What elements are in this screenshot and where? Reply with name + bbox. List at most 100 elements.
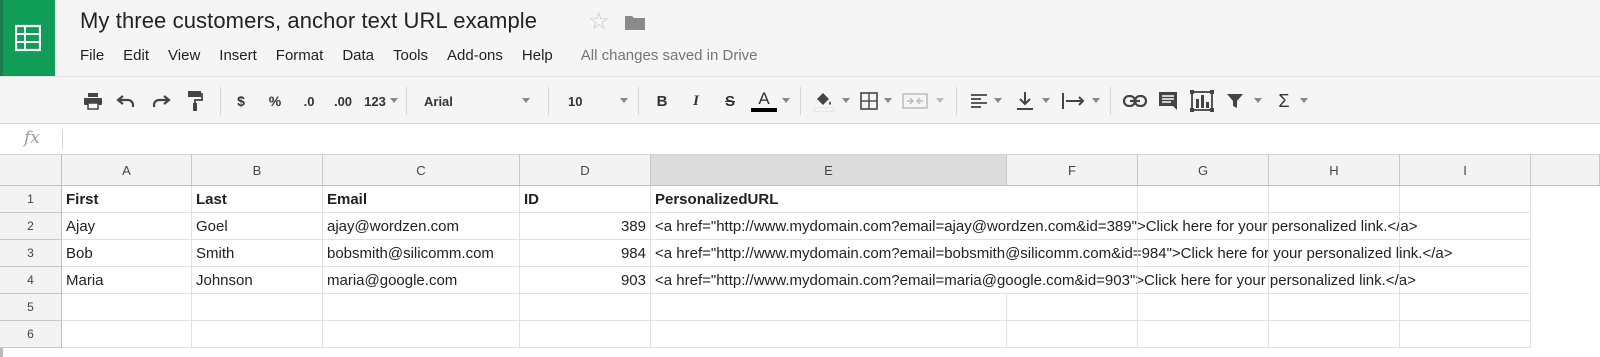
more-formats-button[interactable]: 123 [362,77,388,125]
row-header-5[interactable]: 5 [0,294,62,321]
row-header-3[interactable]: 3 [0,240,62,267]
percent-button[interactable]: % [264,77,286,125]
cell-f1[interactable] [1007,186,1138,213]
redo-icon[interactable] [150,77,172,125]
formula-input[interactable] [70,124,1590,154]
column-header-d[interactable]: D [520,155,651,186]
cell-i5[interactable] [1400,294,1531,321]
column-header-h[interactable]: H [1269,155,1400,186]
cell-d6[interactable] [520,321,651,348]
sheets-logo[interactable] [0,0,55,76]
cell-b6[interactable] [192,321,323,348]
menu-format[interactable]: Format [276,47,324,64]
cell-a4[interactable]: Maria [62,267,192,294]
increase-decimal-button[interactable]: .00 [330,77,356,125]
cell-c4[interactable]: maria@google.com [323,267,520,294]
row-header-1[interactable]: 1 [0,186,62,213]
cell-i2[interactable] [1400,213,1531,240]
cell-e4[interactable]: <a href="http://www.mydomain.com?email=m… [651,267,1416,294]
filter-icon[interactable] [1224,77,1246,125]
strikethrough-button[interactable]: S [720,77,740,125]
cell-d2[interactable]: 389 [520,213,651,240]
cell-c3[interactable]: bobsmith@silicomm.com [323,240,520,267]
cell-f6[interactable] [1007,321,1138,348]
cell-h6[interactable] [1269,321,1400,348]
star-icon[interactable]: ☆ [588,9,610,35]
column-header-f[interactable]: F [1007,155,1138,186]
cell-d5[interactable] [520,294,651,321]
cell-b3[interactable]: Smith [192,240,323,267]
text-color-button[interactable]: A [750,77,778,125]
cell-a5[interactable] [62,294,192,321]
print-icon[interactable] [82,77,104,125]
font-size-select[interactable]: 10 [568,77,608,125]
cell-h3[interactable] [1269,240,1400,267]
italic-button[interactable]: I [686,77,706,125]
font-select[interactable]: Arial [424,77,524,125]
cell-d3[interactable]: 984 [520,240,651,267]
align-left-icon[interactable] [968,77,990,125]
merge-cells-icon[interactable] [900,77,930,125]
cell-a1[interactable]: First [62,186,192,213]
currency-button[interactable]: $ [232,77,250,125]
cell-c6[interactable] [323,321,520,348]
menu-tools[interactable]: Tools [393,47,428,64]
cell-h2[interactable] [1269,213,1400,240]
vertical-align-icon[interactable] [1014,77,1036,125]
paint-format-icon[interactable] [184,77,206,125]
cell-f2[interactable] [1007,213,1138,240]
column-header-g[interactable]: G [1138,155,1269,186]
cell-g6[interactable] [1138,321,1269,348]
cell-e6[interactable] [651,321,1007,348]
cell-e3[interactable]: <a href="http://www.mydomain.com?email=b… [651,240,1452,267]
menu-view[interactable]: View [168,47,200,64]
row-header-6[interactable]: 6 [0,321,62,348]
cell-g2[interactable] [1138,213,1269,240]
text-wrap-icon[interactable] [1060,77,1088,125]
cell-h4[interactable] [1269,267,1400,294]
cell-c1[interactable]: Email [323,186,520,213]
cell-i4[interactable] [1400,267,1531,294]
insert-chart-icon[interactable] [1188,77,1216,125]
decrease-decimal-button[interactable]: .0 [298,77,320,125]
cell-g5[interactable] [1138,294,1269,321]
insert-link-icon[interactable] [1122,77,1148,125]
borders-icon[interactable] [858,77,880,125]
column-header-i[interactable]: I [1400,155,1531,186]
functions-icon[interactable]: Σ [1274,77,1294,125]
cell-h1[interactable] [1269,186,1400,213]
cell-f4[interactable] [1007,267,1138,294]
menu-edit[interactable]: Edit [123,47,149,64]
cell-c2[interactable]: ajay@wordzen.com [323,213,520,240]
cell-b4[interactable]: Johnson [192,267,323,294]
row-header-2[interactable]: 2 [0,213,62,240]
cell-d4[interactable]: 903 [520,267,651,294]
cell-g3[interactable] [1138,240,1269,267]
menu-help[interactable]: Help [522,47,553,64]
column-header-b[interactable]: B [192,155,323,186]
cell-g1[interactable] [1138,186,1269,213]
cell-b5[interactable] [192,294,323,321]
bold-button[interactable]: B [652,77,672,125]
cell-i3[interactable] [1400,240,1531,267]
column-header-c[interactable]: C [323,155,520,186]
cell-f5[interactable] [1007,294,1138,321]
cell-i6[interactable] [1400,321,1531,348]
menu-addons[interactable]: Add-ons [447,47,503,64]
cell-e1[interactable]: PersonalizedURL [651,186,1007,213]
cell-g4[interactable] [1138,267,1269,294]
menu-insert[interactable]: Insert [219,47,257,64]
cell-a3[interactable]: Bob [62,240,192,267]
cell-f3[interactable] [1007,240,1138,267]
document-title[interactable]: My three customers, anchor text URL exam… [80,8,537,34]
cell-b2[interactable]: Goel [192,213,323,240]
cell-h5[interactable] [1269,294,1400,321]
cell-a6[interactable] [62,321,192,348]
select-all-corner[interactable] [0,155,62,186]
cell-a2[interactable]: Ajay [62,213,192,240]
cell-d1[interactable]: ID [520,186,651,213]
undo-icon[interactable] [115,77,137,125]
folder-icon[interactable] [624,14,646,36]
cell-b1[interactable]: Last [192,186,323,213]
insert-comment-icon[interactable] [1156,77,1180,125]
